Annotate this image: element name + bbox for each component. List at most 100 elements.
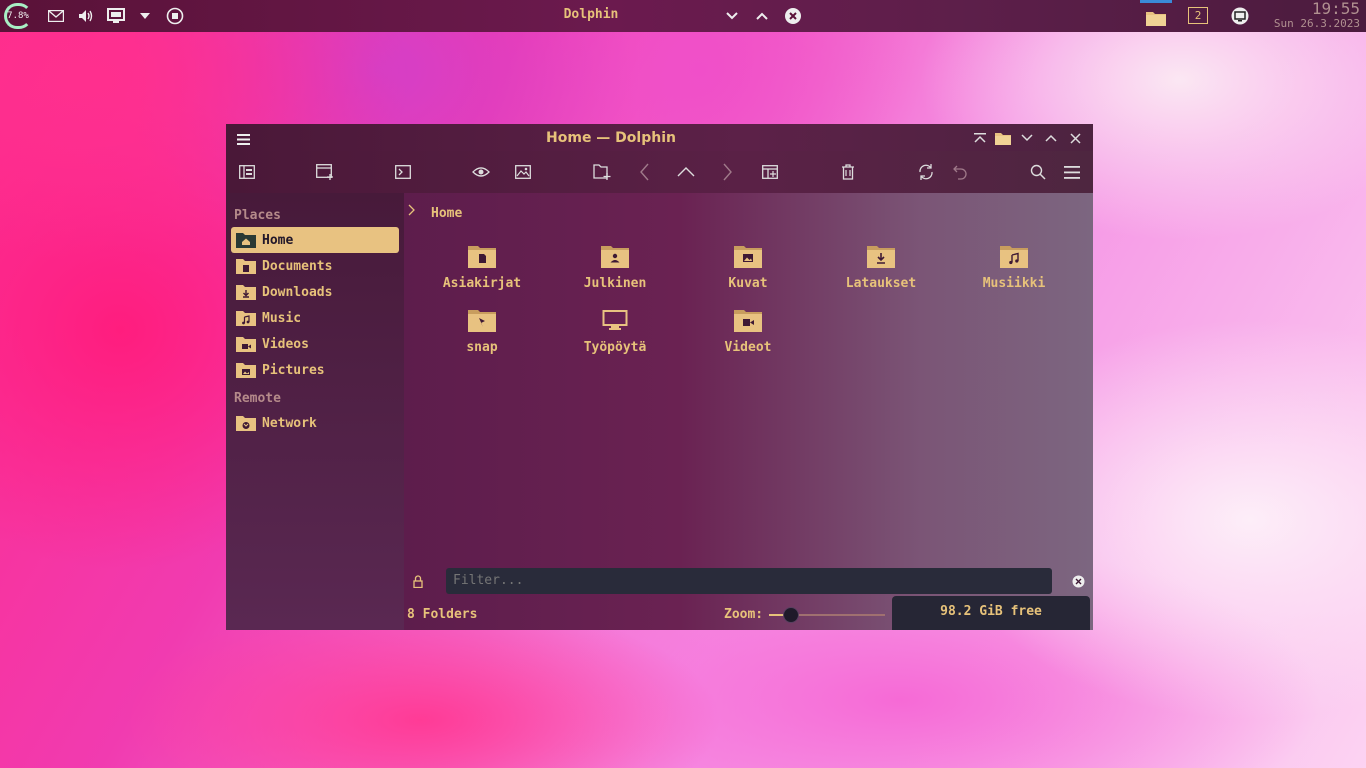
documents-folder-icon	[468, 246, 496, 268]
filter-input[interactable]	[446, 568, 1052, 594]
refresh-icon[interactable]	[915, 161, 937, 183]
stop-circle-icon[interactable]	[165, 6, 185, 26]
videos-folder-icon	[734, 310, 762, 332]
folder-item[interactable]: Asiakirjat	[419, 244, 545, 304]
monitor-icon[interactable]	[106, 6, 126, 26]
display-icon[interactable]	[1230, 6, 1250, 26]
clear-filter-icon[interactable]	[1072, 573, 1085, 592]
pictures-folder-icon	[236, 363, 256, 378]
forward-icon[interactable]	[716, 161, 738, 183]
free-space-indicator[interactable]: 98.2 GiB free	[892, 596, 1090, 630]
folder-item[interactable]: Julkinen	[552, 244, 678, 304]
minimize-icon[interactable]	[722, 6, 742, 26]
public-folder-icon	[601, 246, 629, 268]
trash-icon[interactable]	[837, 161, 859, 183]
chevron-right-icon	[408, 204, 415, 216]
view-mode-icon[interactable]	[236, 161, 258, 183]
snap-folder-icon	[468, 310, 496, 332]
folder-item[interactable]: Kuvat	[685, 244, 811, 304]
status-summary: 8 Folders	[407, 607, 478, 622]
folder-item[interactable]: snap	[419, 308, 545, 368]
sidebar-item-home[interactable]: Home	[231, 227, 399, 253]
sidebar-item-downloads[interactable]: Downloads	[231, 279, 399, 305]
sidebar-item-label: Home	[262, 232, 294, 248]
folder-label: Musiikki	[982, 276, 1046, 291]
search-icon[interactable]	[1027, 161, 1049, 183]
sidebar-item-documents[interactable]: Documents	[231, 253, 399, 279]
home-folder-icon	[236, 233, 256, 248]
new-tab-icon[interactable]	[314, 161, 336, 183]
folder-label: Videot	[724, 340, 772, 355]
close-button[interactable]	[1067, 130, 1083, 146]
window-titlebar[interactable]: Home — Dolphin	[226, 124, 1093, 151]
folder-item[interactable]: Työpöytä	[552, 308, 678, 368]
zoom-label: Zoom:	[724, 607, 764, 622]
places-heading: Places	[234, 208, 281, 223]
virtual-desktop-pager[interactable]: 2	[1188, 7, 1208, 24]
sidebar-item-label: Documents	[262, 258, 333, 274]
folder-label: snap	[466, 340, 498, 355]
places-sidebar: Places Home Documents Downloads Music Vi…	[226, 193, 404, 630]
top-panel: 7.8% Dolphin 2 19:55 Sun 26.3.2023	[0, 0, 1366, 32]
keep-above-icon[interactable]	[972, 130, 988, 146]
folder-item[interactable]: Videot	[685, 308, 811, 368]
window-title: Home — Dolphin	[546, 130, 676, 146]
chevron-down-icon[interactable]	[135, 6, 155, 26]
sidebar-item-network[interactable]: Network	[231, 410, 399, 436]
folder-label: Työpöytä	[583, 340, 647, 355]
videos-folder-icon	[236, 337, 256, 352]
new-folder-icon[interactable]	[591, 161, 613, 183]
pictures-folder-icon	[734, 246, 762, 268]
hamburger-menu-icon[interactable]	[1061, 161, 1083, 183]
maximize-button[interactable]	[1043, 130, 1059, 146]
up-icon[interactable]	[675, 161, 697, 183]
cpu-percent: 7.8%	[7, 11, 29, 21]
folder-label: Asiakirjat	[442, 276, 522, 291]
sidebar-item-pictures[interactable]: Pictures	[231, 357, 399, 383]
mail-icon[interactable]	[46, 6, 66, 26]
taskbar-dolphin-button[interactable]	[1140, 0, 1172, 32]
remote-heading: Remote	[234, 391, 281, 406]
sidebar-item-videos[interactable]: Videos	[231, 331, 399, 357]
dolphin-window: Home — Dolphin Places Home Documents Dow…	[226, 124, 1093, 630]
sidebar-item-music[interactable]: Music	[231, 305, 399, 331]
folder-item[interactable]: Musiikki	[951, 244, 1077, 304]
desktop-icon	[602, 310, 628, 330]
clock-date: Sun 26.3.2023	[1273, 17, 1360, 30]
cpu-load-widget[interactable]: 7.8%	[4, 3, 32, 29]
active-window-title: Dolphin	[563, 7, 619, 22]
folder-icon	[1146, 12, 1166, 26]
volume-icon[interactable]	[76, 6, 96, 26]
free-space-label: 98.2 GiB free	[940, 604, 1042, 619]
clock[interactable]: 19:55 Sun 26.3.2023	[1273, 1, 1360, 31]
sidebar-item-label: Network	[262, 415, 317, 431]
toolbar	[226, 151, 1093, 193]
folder-icon	[993, 130, 1013, 146]
back-icon[interactable]	[634, 161, 656, 183]
maximize-icon[interactable]	[752, 6, 772, 26]
image-icon[interactable]	[512, 161, 534, 183]
preview-eye-icon[interactable]	[470, 161, 492, 183]
file-view: Home Asiakirjat Julkinen Kuvat Lataukset…	[404, 193, 1093, 630]
zoom-slider[interactable]	[769, 607, 885, 623]
terminal-icon[interactable]	[392, 161, 414, 183]
folder-label: Kuvat	[728, 276, 768, 291]
folder-label: Julkinen	[583, 276, 647, 291]
network-folder-icon	[236, 416, 256, 431]
sidebar-item-label: Music	[262, 310, 302, 326]
split-view-icon[interactable]	[759, 161, 781, 183]
window-menu-icon[interactable]	[237, 130, 250, 149]
minimize-button[interactable]	[1019, 130, 1035, 146]
sidebar-item-label: Downloads	[262, 284, 333, 300]
close-window-icon[interactable]	[783, 6, 803, 26]
music-folder-icon	[1000, 246, 1028, 268]
desktop-number: 2	[1194, 9, 1202, 22]
undo-icon[interactable]	[949, 161, 971, 183]
folder-item[interactable]: Lataukset	[818, 244, 944, 304]
zoom-slider-handle[interactable]	[783, 607, 799, 623]
breadcrumb-location: Home	[431, 206, 463, 221]
lock-icon[interactable]	[413, 573, 423, 592]
downloads-folder-icon	[236, 285, 256, 300]
documents-folder-icon	[236, 259, 256, 274]
music-folder-icon	[236, 311, 256, 326]
